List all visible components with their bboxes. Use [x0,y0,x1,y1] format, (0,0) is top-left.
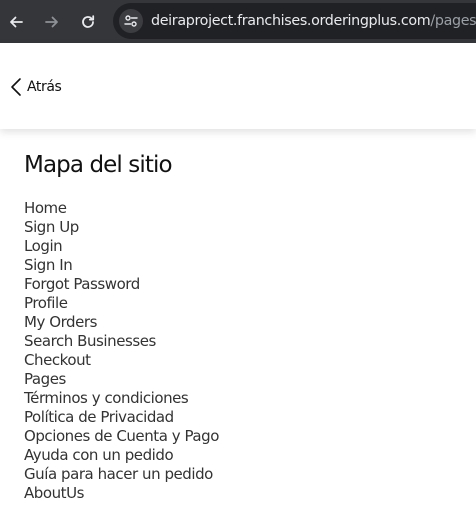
back-button[interactable]: Atrás [10,77,62,97]
list-item: Forgot Password [24,274,464,293]
sitemap-link-home[interactable]: Home [24,199,67,217]
list-item: Política de Privacidad [24,407,464,426]
address-bar[interactable]: deiraproject.franchises.orderingplus.com… [113,3,476,39]
list-item: Login [24,236,464,255]
tune-icon [124,15,138,27]
list-item: AboutUs [24,483,464,502]
list-item: Search Businesses [24,331,464,350]
list-item: Sign In [24,255,464,274]
url-text[interactable]: deiraproject.franchises.orderingplus.com… [151,11,476,31]
sitemap-link-ordering-guide[interactable]: Guía para hacer un pedido [24,465,213,483]
list-item: My Orders [24,312,464,331]
reload-icon [82,15,95,28]
list-item: Términos y condiciones [24,388,464,407]
arrow-right-icon [45,16,58,28]
list-item: Profile [24,293,464,312]
list-item: Checkout [24,350,464,369]
browser-forward-button[interactable] [40,10,64,34]
arrow-left-icon [10,16,23,28]
sitemap-link-checkout[interactable]: Checkout [24,351,91,369]
sitemap-link-privacy-policy[interactable]: Política de Privacidad [24,408,174,426]
site-settings-icon[interactable] [119,9,143,33]
sitemap-content: Mapa del sitio Home Sign Up Login Sign I… [24,150,464,502]
url-path: /pages [430,13,476,29]
sitemap-link-sign-in[interactable]: Sign In [24,256,73,274]
sitemap-link-terms[interactable]: Términos y condiciones [24,389,189,407]
list-item: Ayuda con un pedido [24,445,464,464]
list-item: Opciones de Cuenta y Pago [24,426,464,445]
url-domain: deiraproject.franchises.orderingplus.com [151,13,431,29]
sitemap-link-my-orders[interactable]: My Orders [24,313,97,331]
sitemap-link-login[interactable]: Login [24,237,63,255]
sitemap-link-order-help[interactable]: Ayuda con un pedido [24,446,174,464]
sitemap-link-search-businesses[interactable]: Search Businesses [24,332,156,350]
sitemap-link-pages[interactable]: Pages [24,370,66,388]
list-item: Sign Up [24,217,464,236]
list-item: Guía para hacer un pedido [24,464,464,483]
chevron-left-icon [11,78,21,96]
browser-toolbar: deiraproject.franchises.orderingplus.com… [0,0,476,43]
browser-reload-button[interactable] [76,10,100,34]
back-label: Atrás [27,79,62,95]
list-item: Pages [24,369,464,388]
sitemap-link-about-us[interactable]: AboutUs [24,484,84,502]
sitemap-link-profile[interactable]: Profile [24,294,68,312]
list-item: Home [24,198,464,217]
page-header: Atrás [0,43,476,129]
page-title: Mapa del sitio [24,152,173,178]
sitemap-link-list: Home Sign Up Login Sign In Forgot Passwo… [24,198,464,502]
browser-back-button[interactable] [4,10,28,34]
sitemap-link-account-payment-options[interactable]: Opciones de Cuenta y Pago [24,427,219,445]
sitemap-link-forgot-password[interactable]: Forgot Password [24,275,140,293]
sitemap-link-sign-up[interactable]: Sign Up [24,218,79,236]
